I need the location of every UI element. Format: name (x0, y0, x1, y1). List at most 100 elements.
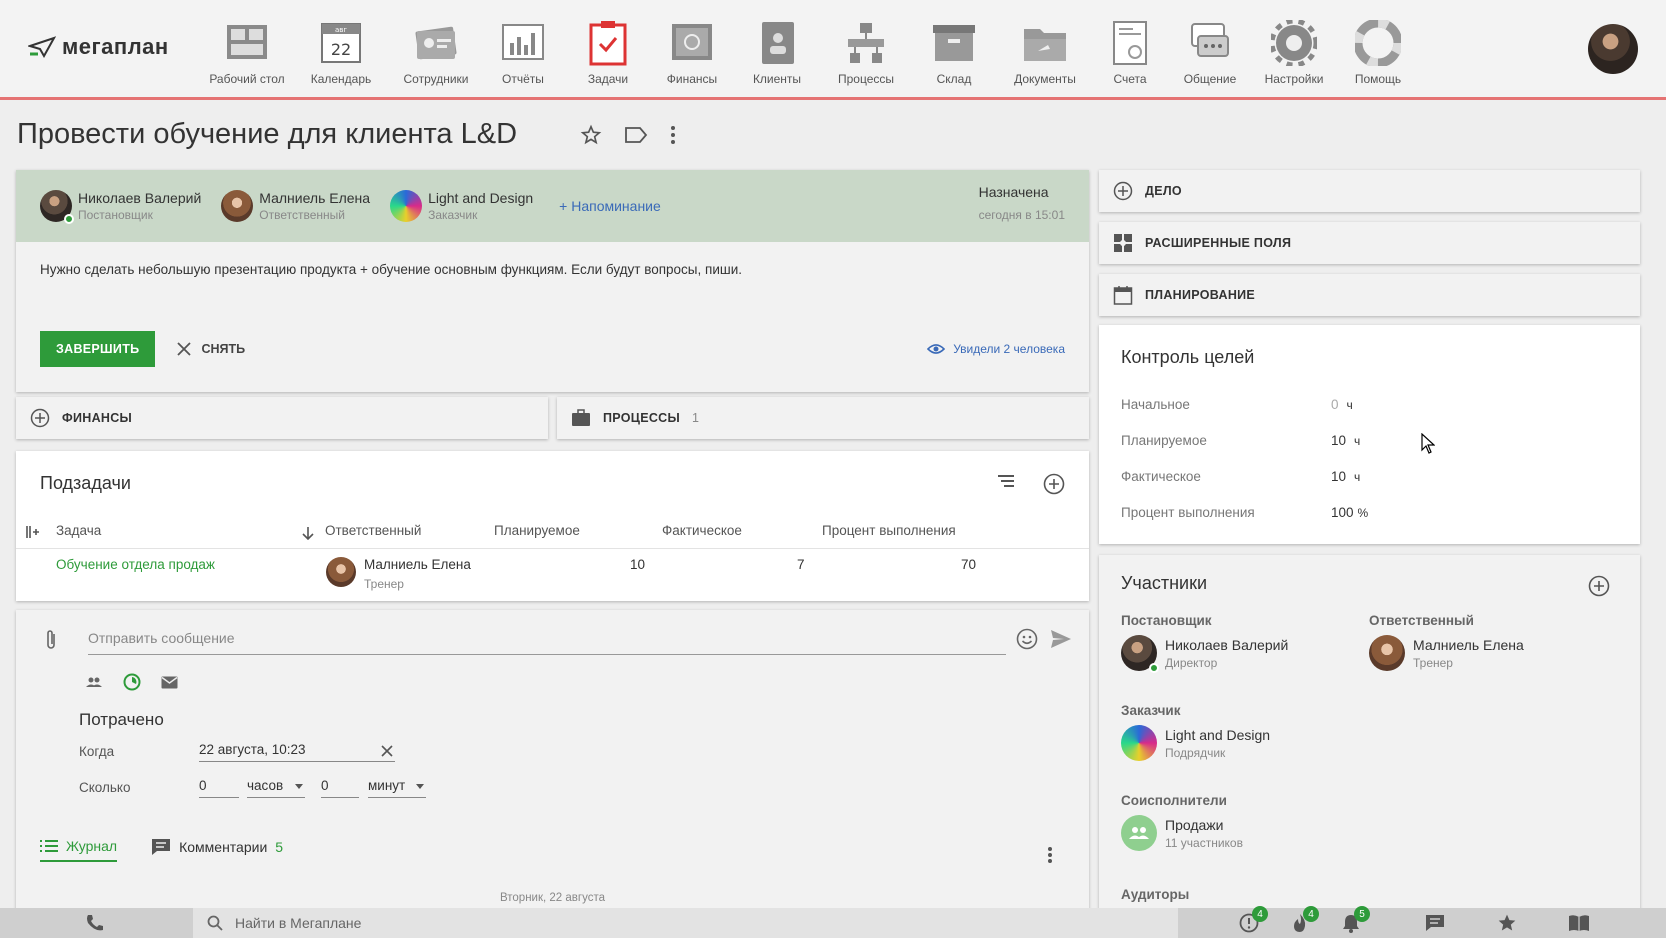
svg-text:22: 22 (331, 40, 351, 59)
guide-icon[interactable] (1566, 912, 1592, 934)
nav-label: Документы (1014, 72, 1076, 86)
send-icon[interactable] (1050, 629, 1072, 649)
nav-finance[interactable]: Финансы (649, 14, 735, 86)
finance-section[interactable]: ФИНАНСЫ (16, 397, 548, 439)
nav-clients[interactable]: Клиенты (735, 14, 819, 86)
column-header-planned[interactable]: Планируемое (494, 523, 580, 538)
message-input[interactable]: Отправить сообщение (88, 630, 1006, 655)
sort-lines-icon[interactable] (997, 473, 1015, 489)
coexecutors-label: Соисполнители (1121, 793, 1227, 808)
nav-calendar[interactable]: авг 22 Календарь (289, 14, 393, 86)
processes-label: ПРОЦЕССЫ (603, 411, 681, 425)
member-name: Light and Design (1165, 726, 1271, 743)
nav-documents[interactable]: Документы (995, 14, 1095, 86)
member-setter[interactable]: Николаев Валерий Директор (1121, 635, 1288, 673)
clear-icon[interactable] (381, 745, 393, 757)
minutes-unit: минут (368, 778, 406, 793)
tab-journal[interactable]: Журнал (40, 838, 118, 862)
extended-fields-section[interactable]: РАСШИРЕННЫЕ ПОЛЯ (1099, 222, 1640, 264)
minutes-input[interactable]: 0 (321, 778, 359, 798)
star-icon[interactable] (580, 124, 602, 146)
goal-value-initial[interactable]: 0ч (1331, 397, 1353, 412)
sort-down-icon[interactable] (302, 526, 314, 540)
more-vertical-icon[interactable] (1047, 846, 1053, 864)
nav-warehouse[interactable]: Склад (913, 14, 995, 86)
user-avatar[interactable] (1588, 24, 1638, 74)
reports-icon (500, 20, 546, 66)
nav-employees[interactable]: Сотрудники (393, 14, 479, 86)
goal-value-planned[interactable]: 10 ч (1331, 433, 1360, 448)
nav-invoices[interactable]: Счета (1095, 14, 1165, 86)
member-role: Подрядчик (1165, 745, 1226, 760)
email-icon[interactable] (161, 676, 178, 689)
more-vertical-icon[interactable] (670, 125, 676, 145)
subtask-link[interactable]: Обучение отдела продаж (56, 557, 215, 572)
task-person-setter[interactable]: Николаев Валерий Постановщик (40, 190, 201, 224)
goal-value-actual[interactable]: 10 ч (1331, 469, 1360, 484)
tag-icon[interactable] (624, 125, 648, 145)
column-header-percent[interactable]: Процент выполнения (822, 523, 956, 538)
column-header-actual[interactable]: Фактическое (662, 523, 742, 538)
nav-label: Сотрудники (403, 72, 469, 86)
favorites-icon[interactable] (1494, 912, 1520, 934)
goal-value: 10 (1331, 469, 1347, 484)
hot-icon[interactable]: 4 (1287, 906, 1319, 934)
global-search[interactable]: Найти в Мегаплане (193, 908, 1178, 938)
phone-icon[interactable] (82, 912, 108, 934)
planning-section[interactable]: ПЛАНИРОВАНИЕ (1099, 274, 1640, 316)
alerts-badge: 4 (1252, 906, 1268, 922)
emoji-icon[interactable] (1016, 628, 1038, 650)
nav-settings[interactable]: Настройки (1255, 14, 1333, 86)
member-coexecutors[interactable]: Продажи 11 участников (1121, 815, 1243, 851)
notifications-icon[interactable]: 5 (1338, 906, 1370, 934)
title-actions (580, 124, 676, 146)
add-circle-icon (1113, 181, 1133, 201)
columns-icon[interactable] (26, 526, 40, 538)
goal-value-percent[interactable]: 100% (1331, 505, 1368, 520)
column-header-task[interactable]: Задача (56, 523, 101, 538)
column-header-responsible[interactable]: Ответственный (325, 523, 421, 538)
attach-icon[interactable] (44, 628, 58, 652)
task-person-responsible[interactable]: Малниель Елена Ответственный (221, 190, 370, 222)
messages-icon[interactable] (1422, 912, 1448, 934)
hours-unit: часов (247, 778, 284, 793)
deal-section[interactable]: ДЕЛО (1099, 170, 1640, 212)
logo[interactable]: мегаплан (28, 34, 169, 60)
help-icon (1355, 20, 1401, 66)
mouse-cursor-icon (1421, 433, 1435, 454)
member-customer[interactable]: Light and Design Подрядчик (1121, 725, 1270, 761)
person-name: Light and Design (428, 190, 534, 206)
auditors-label: Аудиторы (1121, 887, 1190, 902)
task-person-customer[interactable]: Light and Design Заказчик (390, 190, 533, 222)
nav-label: Отчёты (502, 72, 544, 86)
logo-text: мегаплан (62, 34, 169, 59)
task-description: Нужно сделать небольшую презентацию прод… (40, 262, 742, 277)
hours-unit-select[interactable]: часов (247, 778, 305, 798)
nav-help[interactable]: Помощь (1333, 14, 1423, 86)
member-responsible[interactable]: Малниель Елена Тренер (1369, 635, 1524, 671)
logo-icon (28, 36, 56, 58)
seen-by-link[interactable]: Увидели 2 человека (927, 342, 1065, 356)
remove-button[interactable]: СНЯТЬ (177, 342, 245, 356)
task-header: Николаев Валерий Постановщик Малниель Ел… (16, 170, 1089, 242)
nav-desktop[interactable]: Рабочий стол (205, 14, 289, 86)
add-subtask-icon[interactable] (1043, 473, 1065, 495)
nav-processes[interactable]: Процессы (819, 14, 913, 86)
alerts-icon[interactable]: 4 (1236, 906, 1268, 934)
add-reminder-link[interactable]: + Напоминание (559, 198, 661, 214)
tab-comments[interactable]: Комментарии 5 (151, 838, 283, 862)
when-field[interactable]: 22 августа, 10:23 (199, 742, 395, 762)
nav-tasks[interactable]: Задачи (567, 14, 649, 86)
finish-button[interactable]: ЗАВЕРШИТЬ (40, 331, 156, 367)
processes-section[interactable]: ПРОЦЕССЫ 1 (557, 397, 1089, 439)
nav-reports[interactable]: Отчёты (479, 14, 567, 86)
minutes-unit-select[interactable]: минут (368, 778, 426, 798)
add-member-icon[interactable] (1588, 575, 1610, 597)
timer-icon[interactable] (123, 673, 141, 691)
warehouse-icon (931, 20, 977, 66)
nav-chat[interactable]: Общение (1165, 14, 1255, 86)
people-icon[interactable] (86, 676, 102, 688)
task-card: Николаев Валерий Постановщик Малниель Ел… (16, 170, 1089, 392)
hours-input[interactable]: 0 (199, 778, 239, 798)
members-card: Участники Постановщик Николаев Валерий Д… (1099, 555, 1640, 910)
